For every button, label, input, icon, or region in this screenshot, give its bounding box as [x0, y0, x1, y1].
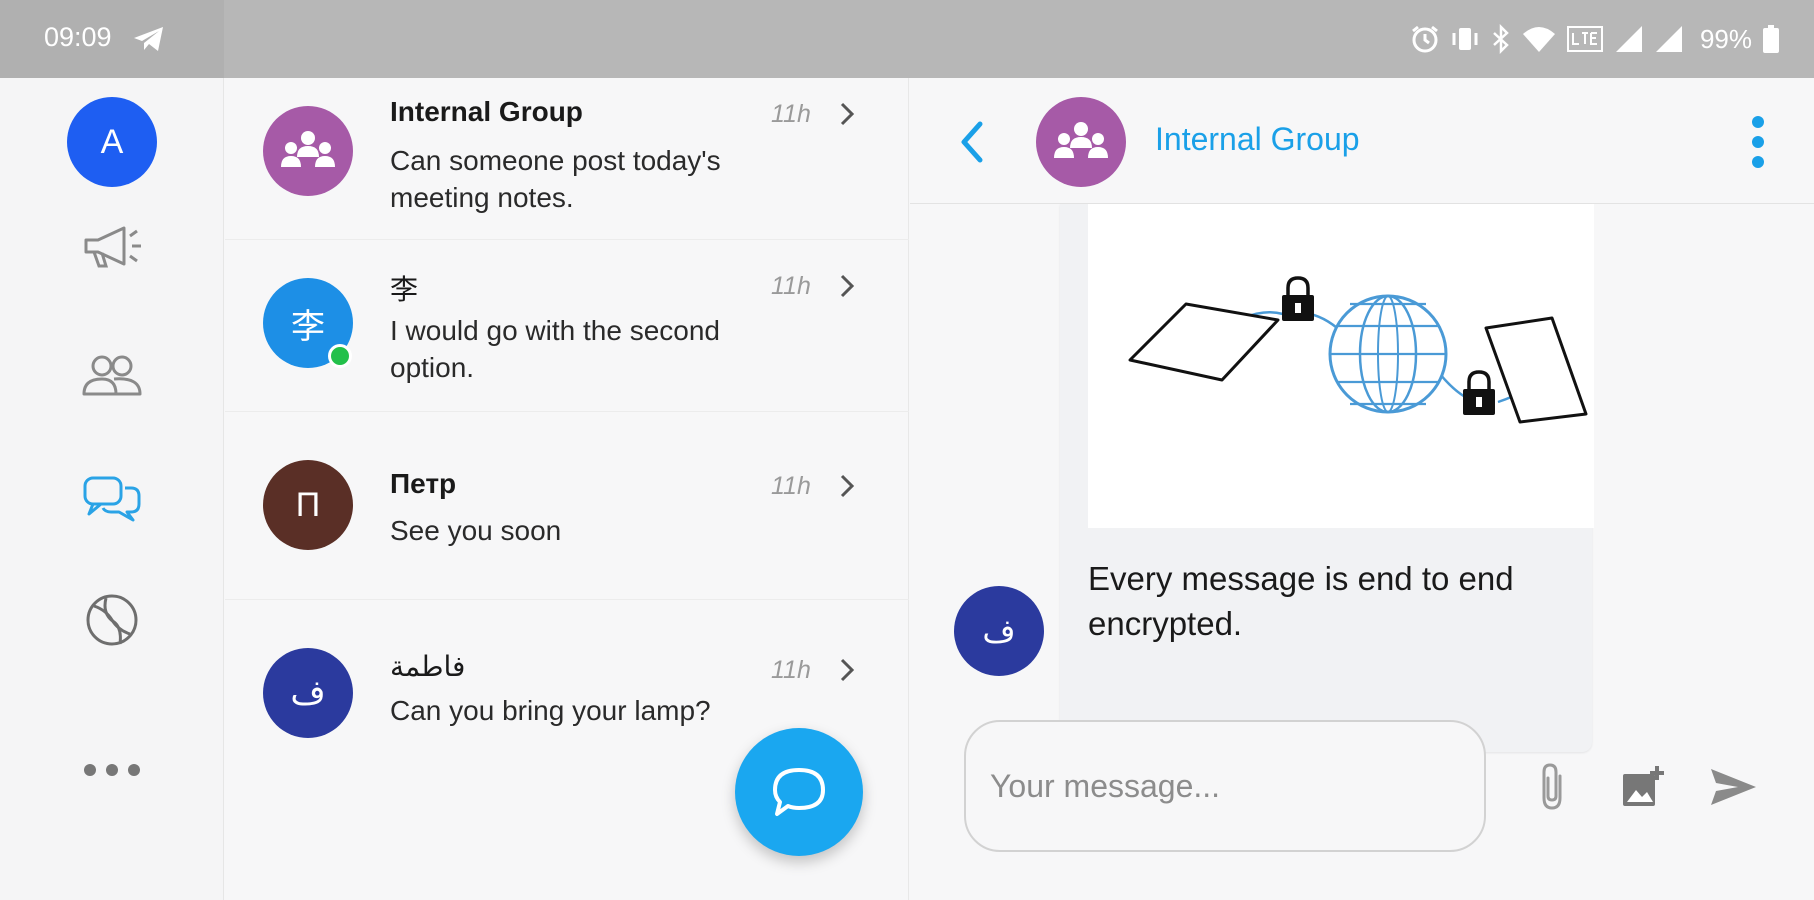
send-icon [1711, 769, 1756, 805]
send-button[interactable] [1706, 760, 1760, 814]
conversation-name: Internal Group [390, 96, 583, 127]
battery-percent: 99% [1699, 23, 1752, 54]
conversation-name: 李 [390, 274, 419, 305]
message-bubble: Every message is end to end encrypted. [1060, 204, 1594, 752]
chevron-right-icon [840, 102, 855, 126]
rail-item-contacts[interactable] [80, 344, 144, 408]
chat-header: Internal Group [910, 78, 1814, 204]
message-text: Every message is end to end encrypted. [1088, 560, 1514, 642]
signal-icon [1615, 26, 1642, 52]
chevron-right-icon [840, 474, 855, 498]
new-chat-button[interactable] [735, 728, 863, 856]
conversation-avatar: ف [263, 648, 353, 738]
conversation-name: Петр [390, 468, 457, 499]
wifi-icon [1522, 27, 1555, 52]
message-input[interactable] [990, 762, 1460, 810]
status-bar: 09:09 99% [0, 0, 1814, 78]
profile-avatar[interactable]: A [67, 97, 157, 187]
online-indicator [328, 344, 352, 368]
chat-pane: Internal Group Every message is end to e… [910, 78, 1814, 900]
paperclip-icon [1542, 763, 1562, 810]
message-image[interactable] [1088, 204, 1594, 528]
chevron-right-icon [840, 274, 855, 298]
conversation-time: 11h [771, 100, 811, 128]
group-icon [281, 131, 335, 167]
add-image-icon [1623, 766, 1664, 806]
conversation-avatar [263, 106, 353, 196]
conversation-item[interactable]: П Петр 11h See you soon [225, 412, 909, 600]
chat-bubble-icon [773, 768, 825, 816]
message-composer [964, 720, 1486, 852]
sender-avatar[interactable]: ف [954, 586, 1044, 676]
lte-icon [1566, 26, 1603, 52]
chat-avatar [1036, 97, 1126, 187]
conversation-item[interactable]: Internal Group 11h Can someone post toda… [225, 78, 909, 240]
bluetooth-icon [1493, 24, 1509, 54]
status-time: 09:09 [44, 22, 112, 52]
navigation-rail: A [0, 78, 224, 900]
encryption-illustration [1128, 276, 1588, 424]
more-icon [84, 764, 140, 776]
add-image-button[interactable] [1616, 760, 1670, 814]
globe-icon [86, 594, 138, 646]
telegram-icon [134, 27, 163, 51]
rail-item-chats[interactable] [80, 468, 144, 532]
back-button[interactable] [954, 118, 990, 166]
signal-icon [1655, 26, 1682, 52]
conversation-time: 11h [771, 656, 811, 684]
chevron-right-icon [840, 658, 855, 682]
rail-item-explore[interactable] [80, 588, 144, 652]
vibrate-icon [1452, 28, 1478, 50]
conversation-preview: Can someone post today's meeting notes. [390, 145, 721, 213]
conversation-preview: See you soon [390, 515, 562, 546]
chat-title[interactable]: Internal Group [1155, 121, 1360, 158]
chats-icon [83, 476, 141, 522]
conversation-preview: I would go with the second option. [390, 315, 720, 383]
group-icon [1054, 122, 1108, 158]
conversation-list: Internal Group 11h Can someone post toda… [225, 78, 909, 900]
attach-button[interactable] [1526, 760, 1580, 814]
overflow-menu-icon[interactable] [1746, 112, 1770, 172]
conversation-item[interactable]: 李 李 11h I would go with the second optio… [225, 240, 909, 412]
conversation-time: 11h [771, 272, 811, 300]
conversation-preview: Can you bring your lamp? [390, 695, 711, 726]
contacts-icon [82, 355, 142, 396]
rail-item-more[interactable] [80, 738, 144, 802]
status-bar-left [0, 0, 224, 78]
status-icons: 99% [1410, 22, 1780, 56]
rail-item-announcements[interactable] [80, 216, 144, 280]
conversation-name: فاطمة [390, 651, 466, 682]
conversation-avatar: П [263, 460, 353, 550]
conversation-time: 11h [771, 472, 811, 500]
alarm-icon [1412, 25, 1438, 53]
megaphone-icon [84, 226, 141, 268]
battery-icon [1763, 25, 1779, 53]
